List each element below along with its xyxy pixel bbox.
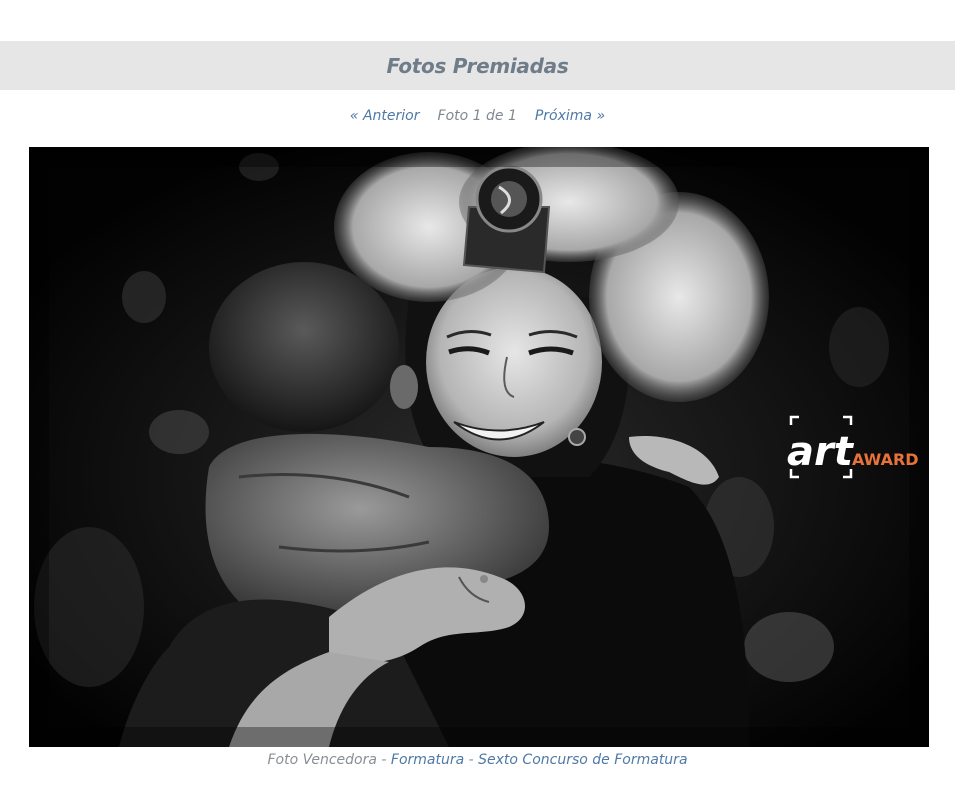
watermark-art-text: art <box>787 429 855 475</box>
caption-separator: - <box>376 752 391 768</box>
photo-caption: Foto Vencedora - Formatura - Sexto Concu… <box>0 752 955 774</box>
category-link[interactable]: Formatura <box>391 752 464 768</box>
caption-separator-2: - <box>464 752 479 768</box>
photo-count: Foto 1 de 1 <box>437 108 517 124</box>
page-title: Fotos Premiadas <box>386 53 569 78</box>
photo-pager: « Anterior Foto 1 de 1 Próxima » <box>0 104 955 128</box>
award-photo: art AWARD <box>29 147 929 747</box>
page: Fotos Premiadas « Anterior Foto 1 de 1 P… <box>0 0 955 796</box>
contest-link[interactable]: Sexto Concurso de Formatura <box>478 752 687 768</box>
award-photo-image: art AWARD <box>29 147 929 747</box>
watermark-award-text: AWARD <box>852 450 919 469</box>
previous-photo-link[interactable]: « Anterior <box>350 108 420 124</box>
title-bar: Fotos Premiadas <box>0 41 955 90</box>
caption-prefix: Foto Vencedora <box>267 752 377 768</box>
next-photo-link[interactable]: Próxima » <box>535 108 605 124</box>
